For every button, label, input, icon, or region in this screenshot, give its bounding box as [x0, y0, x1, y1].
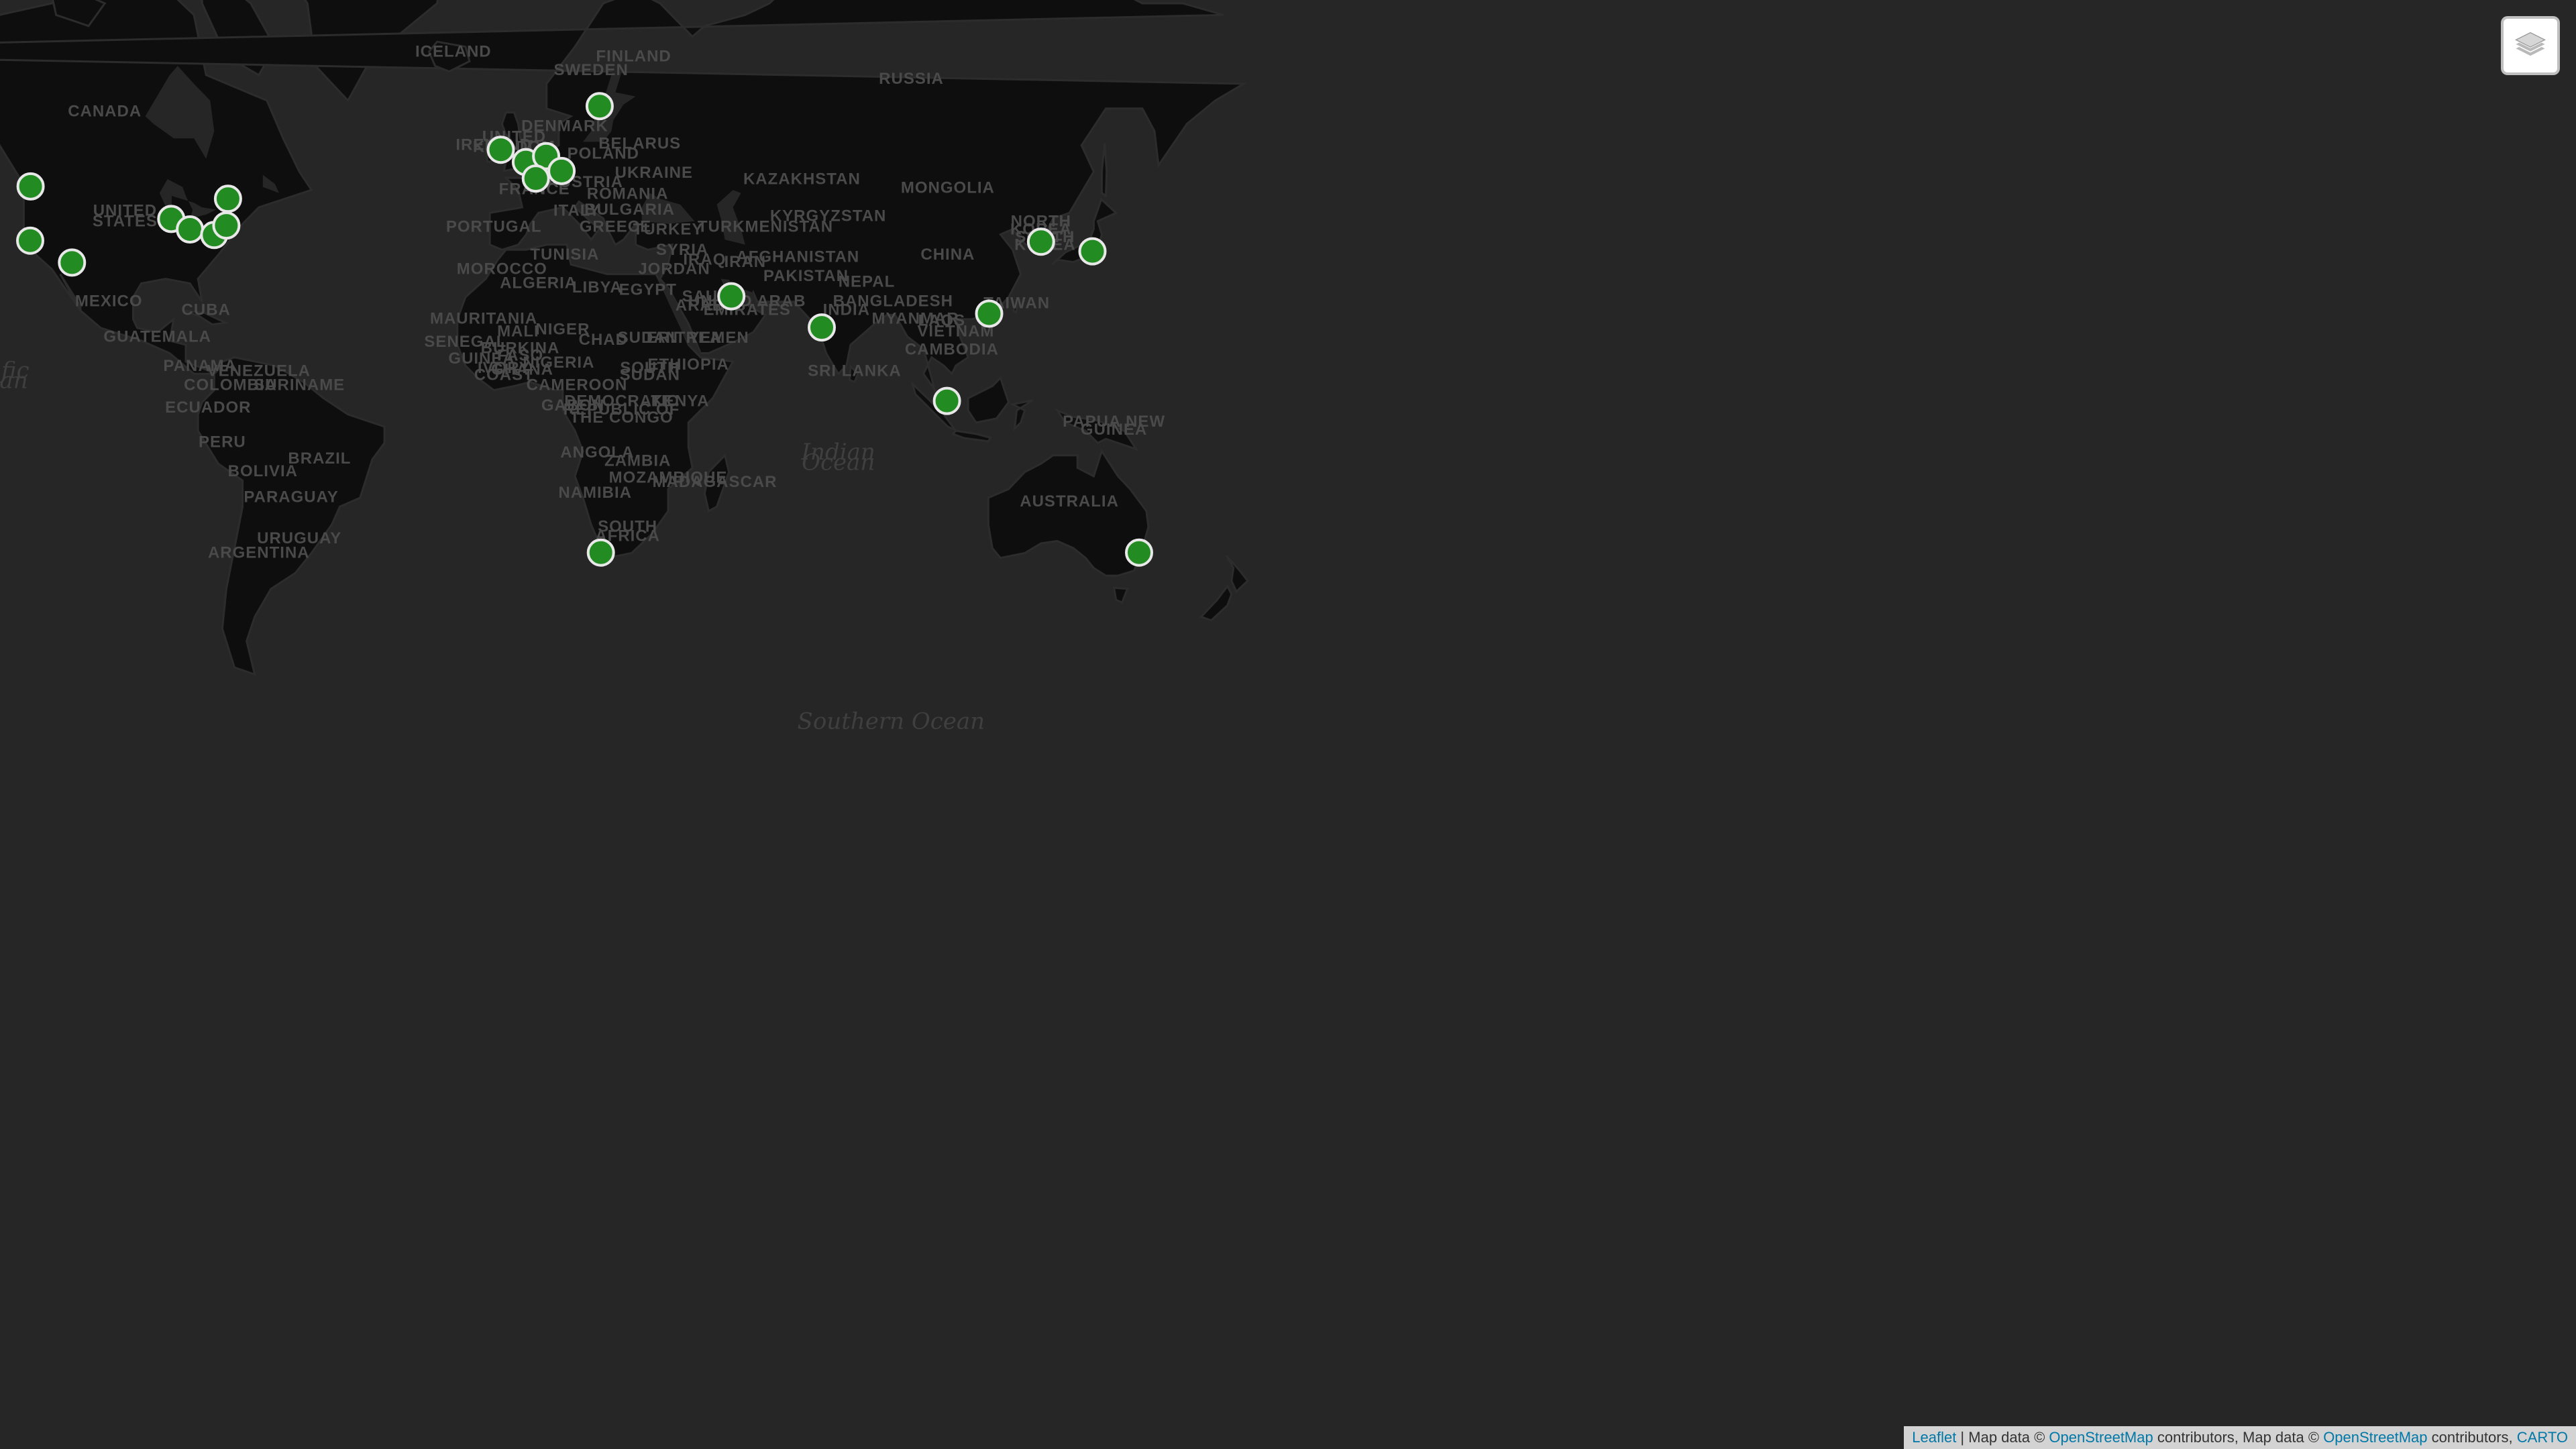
country-label: MAURITANIA [430, 309, 537, 327]
basemap: CANADAUNITEDSTATESMEXICOGUATEMALACUBAPAN… [0, 0, 1249, 735]
country-label: BOLIVIA [228, 462, 298, 480]
location-marker[interactable]: Sydney [1125, 538, 1153, 567]
country-label: ECUADOR [165, 398, 251, 417]
java-landmass [951, 429, 992, 443]
country-label: GUATEMALA [103, 328, 211, 346]
layers-icon [2515, 32, 2546, 56]
country-label: EMIRATES [704, 301, 791, 319]
country-label: NEPAL [839, 272, 896, 290]
country-label: BELARUS [598, 135, 681, 153]
map-container[interactable]: CANADA UNITED STATES MEXICO GUATEMALA CUBA PAN… [0, 0, 2576, 1449]
carto-link[interactable]: CARTO [2517, 1429, 2568, 1446]
country-label: SUDAN [620, 366, 680, 384]
country-label: CAMBODIA [905, 340, 999, 358]
openstreetmap-link-2[interactable]: OpenStreetMap [2323, 1429, 2427, 1446]
location-marker[interactable]: Hong Kong [975, 299, 1004, 328]
location-marker[interactable]: Cape Town [586, 538, 615, 567]
country-label: DENMARK [521, 117, 608, 136]
borneo-landmass [967, 376, 1010, 424]
location-marker[interactable]: Phoenix [58, 248, 87, 277]
sulawesi-landmass [1009, 399, 1034, 432]
attribution-text-3: contributors, [2427, 1429, 2517, 1446]
country-label: AUSTRALIA [1020, 492, 1119, 511]
country-label: CAMEROON [527, 376, 628, 394]
country-label: ZAMBIA [604, 451, 671, 470]
country-label: PARAGUAY [244, 488, 338, 506]
location-marker[interactable]: Tokyo [1078, 237, 1107, 266]
location-marker[interactable]: Montreal [213, 184, 242, 213]
country-label: RUSSIA [879, 70, 944, 88]
location-marker[interactable]: Singapore [932, 386, 961, 415]
country-label: CHINA [920, 246, 975, 264]
ocean-label: Ocean [802, 449, 875, 476]
country-label: UKRAINE [615, 164, 693, 182]
openstreetmap-link[interactable]: OpenStreetMap [2049, 1429, 2153, 1446]
new-zealand-n-landmass [1225, 555, 1249, 594]
country-label: STATES [93, 213, 158, 231]
country-label: GUINEA [1081, 421, 1147, 439]
country-label: LIBYA [572, 278, 623, 297]
country-label: NIGERIA [523, 354, 594, 372]
country-label: KAZAKHSTAN [743, 170, 861, 188]
country-label: CUBA [182, 301, 231, 319]
country-label: KENYA [651, 392, 710, 411]
location-marker[interactable]: New York [212, 211, 241, 240]
country-label: MEXICO [75, 292, 143, 310]
australia-landmass [987, 449, 1150, 577]
country-label: EGYPT [619, 281, 677, 299]
country-label: TURKEY [633, 221, 704, 239]
tasmania-landmass [1112, 586, 1129, 604]
country-label: MADAGASCAR [653, 473, 777, 491]
ocean-label: Ocean [0, 368, 28, 394]
layers-control-button[interactable] [2501, 16, 2560, 75]
country-label: FINLAND [596, 47, 671, 65]
leaflet-link[interactable]: Leaflet [1912, 1429, 1956, 1446]
location-marker[interactable]: Bahrain [717, 282, 746, 311]
location-marker[interactable]: Mumbai [808, 313, 836, 342]
ocean-label: Southern Ocean [798, 708, 985, 735]
country-label: PERU [199, 433, 246, 451]
country-label: JORDAN [638, 260, 710, 278]
location-marker[interactable]: Dublin [486, 136, 515, 164]
country-label: THE CONGO [570, 409, 673, 427]
new-zealand-s-landmass [1199, 584, 1233, 622]
location-marker[interactable]: Stockholm [585, 92, 614, 121]
location-marker[interactable]: Paris [521, 164, 550, 193]
attribution-text-2: contributors, Map data © [2153, 1429, 2324, 1446]
location-marker[interactable]: Columbus [176, 215, 205, 244]
country-label: ITALY [553, 202, 600, 220]
location-marker[interactable]: San Francisco [16, 226, 44, 255]
country-label: ARGENTINA [208, 544, 310, 562]
country-label: ALGERIA [500, 274, 577, 292]
location-marker[interactable]: Seattle [16, 172, 45, 201]
country-label: SURINAME [254, 376, 345, 394]
country-label: PAKISTAN [763, 267, 849, 285]
country-label: MONGOLIA [901, 179, 995, 197]
sakhalin-landmass [1100, 143, 1108, 198]
country-label: BANGLADESH [833, 292, 953, 310]
country-label: KYRGYZSTAN [770, 207, 887, 225]
location-marker[interactable]: Seoul [1026, 227, 1055, 256]
country-label: CANADA [68, 102, 142, 120]
location-marker[interactable]: Frankfurt [547, 156, 576, 185]
map-attribution: Leaflet | Map data © OpenStreetMap contr… [1904, 1426, 2576, 1449]
country-label: AFGHANISTAN [736, 248, 859, 266]
country-label: ICELAND [415, 42, 492, 60]
country-label: PORTUGAL [446, 218, 542, 236]
attribution-text-1: | Map data © [1956, 1429, 2049, 1446]
country-label: NAMIBIA [558, 484, 632, 502]
country-label: NIGER [535, 320, 590, 338]
country-label: SRI LANKA [808, 362, 902, 380]
